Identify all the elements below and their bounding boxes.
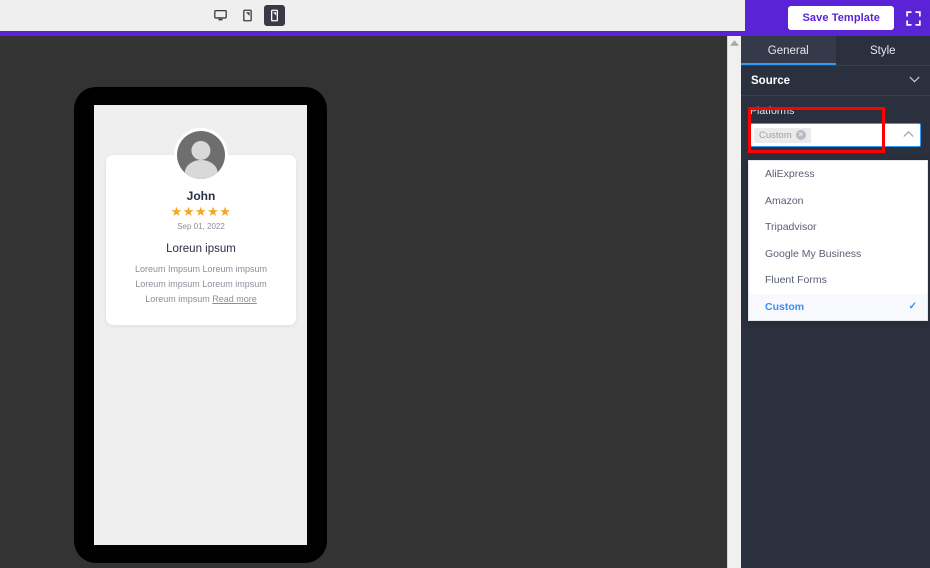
device-desktop-button[interactable] (210, 5, 231, 26)
avatar-head (191, 140, 211, 160)
platforms-dropdown-list[interactable]: AliExpress Amazon Tripadvisor Google My … (748, 160, 928, 321)
platforms-multiselect[interactable]: Custom × (750, 123, 921, 147)
chevron-down-icon (909, 75, 920, 86)
review-body: Loreum Impsum Loreum impsum Loreum impsu… (118, 262, 284, 307)
device-tablet-button[interactable] (237, 5, 258, 26)
section-source-header[interactable]: Source (741, 66, 930, 96)
panel-tabs: General Style (741, 36, 930, 66)
platforms-selected-tag-label: Custom (759, 129, 792, 141)
platforms-selected-tag: Custom × (754, 127, 811, 143)
app-root: Save Template John ★★★★★ Sep 01, 2022 Lo… (0, 0, 930, 568)
dropdown-option-aliexpress[interactable]: AliExpress (749, 161, 927, 188)
phone-frame: John ★★★★★ Sep 01, 2022 Loreun ipsum Lor… (74, 87, 327, 563)
phone-screen: John ★★★★★ Sep 01, 2022 Loreun ipsum Lor… (94, 105, 307, 545)
close-icon[interactable]: × (795, 130, 806, 140)
dropdown-option-label: Fluent Forms (765, 274, 827, 287)
dropdown-option-google-my-business[interactable]: Google My Business (749, 241, 927, 268)
section-source-title: Source (751, 74, 790, 87)
mobile-icon (271, 9, 278, 22)
platforms-field-block: Platforms Custom × (741, 96, 930, 147)
dropdown-option-tripadvisor[interactable]: Tripadvisor (749, 214, 927, 241)
avatar-body (184, 159, 218, 179)
star-rating: ★★★★★ (170, 204, 232, 219)
tablet-icon (243, 9, 252, 22)
dropdown-option-label: Tripadvisor (765, 221, 817, 234)
reviewer-name: John (186, 189, 216, 203)
tab-general[interactable]: General (741, 36, 836, 65)
review-title: Loreun ipsum (166, 243, 236, 256)
dropdown-option-custom[interactable]: Custom ✓ (749, 293, 927, 320)
desktop-icon (214, 9, 227, 21)
review-body-line-2: Loreum impsum Loreum impsum (135, 279, 267, 290)
dropdown-option-fluent-forms[interactable]: Fluent Forms (749, 267, 927, 294)
chevron-up-icon[interactable] (903, 130, 914, 141)
tab-style[interactable]: Style (835, 36, 930, 65)
canvas-scrollbar[interactable] (727, 36, 741, 568)
dropdown-option-amazon[interactable]: Amazon (749, 188, 927, 215)
avatar (174, 128, 228, 182)
preview-canvas: John ★★★★★ Sep 01, 2022 Loreun ipsum Lor… (0, 36, 727, 568)
platforms-label: Platforms (750, 105, 795, 117)
check-icon: ✓ (908, 301, 917, 313)
dropdown-option-label: AliExpress (765, 168, 815, 181)
panel-topbar: Save Template (745, 0, 930, 36)
save-template-button[interactable]: Save Template (788, 6, 894, 30)
review-card: John ★★★★★ Sep 01, 2022 Loreun ipsum Lor… (106, 128, 296, 325)
editor-topbar (0, 0, 745, 31)
review-body-line-3-text: Loreum impsum (145, 293, 210, 304)
scroll-up-arrow-icon[interactable] (728, 40, 741, 46)
dropdown-option-label: Amazon (765, 194, 804, 207)
dropdown-option-label: Custom (765, 300, 805, 313)
user-avatar-icon (177, 131, 225, 179)
review-body-line-1: Loreum Impsum Loreum impsum (134, 264, 268, 275)
device-switcher (210, 5, 285, 26)
review-body-line-3: Loreum impsum Read more (118, 292, 284, 307)
read-more-link[interactable]: Read more (212, 294, 257, 304)
dropdown-option-label: Google My Business (765, 247, 862, 260)
review-date: Sep 01, 2022 (177, 222, 225, 232)
fullscreen-icon[interactable] (906, 10, 921, 26)
device-mobile-button[interactable] (264, 5, 285, 26)
